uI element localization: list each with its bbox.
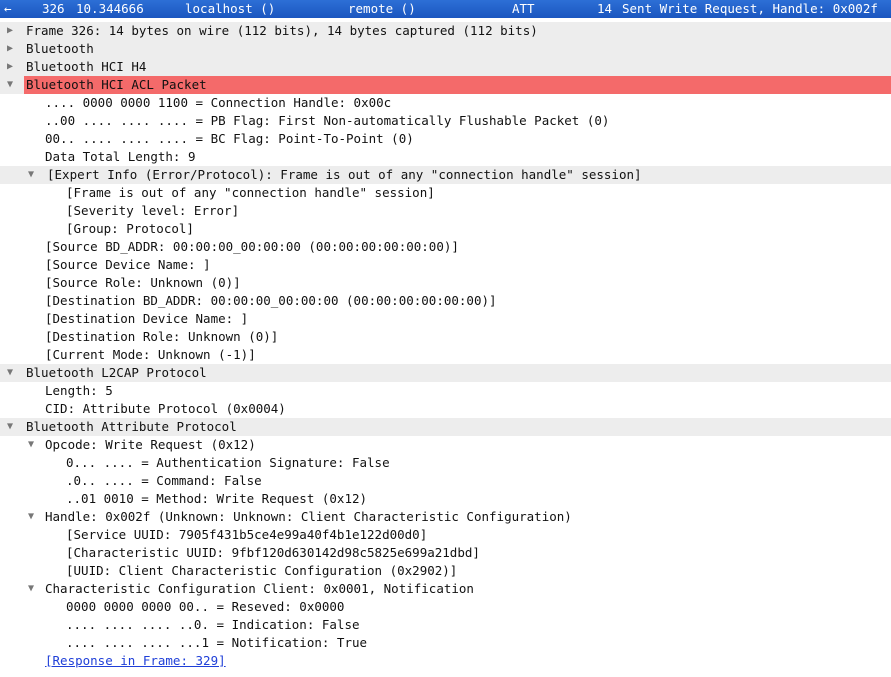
tree-row-1-notification-true[interactable]: .... .... .... ...1 = Notification: True bbox=[0, 634, 891, 652]
tree-row-destination-role-unknown-0[interactable]: [Destination Role: Unknown (0)] bbox=[0, 328, 891, 346]
packet-number: 326 bbox=[42, 1, 65, 16]
packet-length: 14 bbox=[597, 1, 613, 16]
expanded-triangle-icon[interactable]: ▼ bbox=[25, 508, 37, 526]
tree-row-bluetooth[interactable]: ▶ Bluetooth bbox=[0, 40, 891, 58]
tree-row-group-protocol[interactable]: [Group: Protocol] bbox=[0, 220, 891, 238]
expanded-triangle-icon[interactable]: ▼ bbox=[25, 580, 37, 598]
expanded-triangle-icon[interactable]: ▼ bbox=[4, 418, 16, 436]
packet-protocol: ATT bbox=[512, 1, 535, 16]
tree-row-label: Bluetooth HCI ACL Packet bbox=[24, 76, 891, 94]
tree-row-label: .... .... .... ...1 = Notification: True bbox=[66, 635, 368, 650]
tree-row-opcode-write-request-0x12[interactable]: ▼ Opcode: Write Request (0x12) bbox=[0, 436, 891, 454]
tree-row-frame-is-out-of-any-connection-handle-se[interactable]: [Frame is out of any "connection handle"… bbox=[0, 184, 891, 202]
tree-row-bluetooth-l2cap-protocol[interactable]: ▼ Bluetooth L2CAP Protocol bbox=[0, 364, 891, 382]
tree-row-cid-attribute-protocol-0x0004[interactable]: CID: Attribute Protocol (0x0004) bbox=[0, 400, 891, 418]
tree-row-source-bd-addr-00-00-00-00-00-00-00-00-0[interactable]: [Source BD_ADDR: 00:00:00_00:00:00 (00:0… bbox=[0, 238, 891, 256]
tree-row-characteristic-uuid-9fbf120d630142d98c58[interactable]: [Characteristic UUID: 9fbf120d630142d98c… bbox=[0, 544, 891, 562]
tree-row-label: [Expert Info (Error/Protocol): Frame is … bbox=[47, 167, 642, 182]
collapsed-triangle-icon[interactable]: ▶ bbox=[4, 22, 16, 40]
tree-row-label: .... 0000 0000 1100 = Connection Handle:… bbox=[45, 95, 392, 110]
tree-row-label: Data Total Length: 9 bbox=[45, 149, 196, 164]
tree-row-label: ..01 0010 = Method: Write Request (0x12) bbox=[66, 491, 368, 506]
packet-destination: remote () bbox=[348, 1, 416, 16]
tree-row-expert-info-error-protocol-frame-is-out-[interactable]: ▼ [Expert Info (Error/Protocol): Frame is… bbox=[0, 166, 891, 184]
tree-row-0-authentication-signature-false[interactable]: 0... .... = Authentication Signature: Fa… bbox=[0, 454, 891, 472]
tree-row-label: 00.. .... .... .... = BC Flag: Point-To-… bbox=[45, 131, 414, 146]
tree-row-uuid-client-characteristic-configuration[interactable]: [UUID: Client Characteristic Configurati… bbox=[0, 562, 891, 580]
expanded-triangle-icon[interactable]: ▼ bbox=[25, 436, 37, 454]
tree-row-0000-0000-0000-00-reseved-0x0000[interactable]: 0000 0000 0000 00.. = Reseved: 0x0000 bbox=[0, 598, 891, 616]
tree-row-label: .... .... .... ..0. = Indication: False bbox=[66, 617, 360, 632]
tree-row-00-bc-flag-point-to-point-0[interactable]: 00.. .... .... .... = BC Flag: Point-To-… bbox=[0, 130, 891, 148]
tree-row-label: [Service UUID: 7905f431b5ce4e99a40f4b1e1… bbox=[66, 527, 428, 542]
tree-row-label: [Destination BD_ADDR: 00:00:00_00:00:00 … bbox=[45, 293, 497, 308]
expanded-triangle-icon[interactable]: ▼ bbox=[4, 76, 16, 94]
tree-row-label: [Group: Protocol] bbox=[66, 221, 194, 236]
tree-row-current-mode-unknown-1[interactable]: [Current Mode: Unknown (-1)] bbox=[0, 346, 891, 364]
tree-row-label: Bluetooth L2CAP Protocol bbox=[26, 365, 207, 380]
tree-row-destination-device-name[interactable]: [Destination Device Name: ] bbox=[0, 310, 891, 328]
tree-row-label: ..00 .... .... .... = PB Flag: First Non… bbox=[45, 113, 610, 128]
tree-row-label: Opcode: Write Request (0x12) bbox=[45, 437, 256, 452]
tree-row-length-5[interactable]: Length: 5 bbox=[0, 382, 891, 400]
tree-row-label: 0000 0000 0000 00.. = Reseved: 0x0000 bbox=[66, 599, 345, 614]
packet-source: localhost () bbox=[185, 1, 276, 16]
tree-row-label: [Destination Device Name: ] bbox=[45, 311, 249, 326]
tree-row-label: Frame 326: 14 bytes on wire (112 bits), … bbox=[26, 23, 538, 38]
tree-row-service-uuid-7905f431b5ce4e99a40f4b1e122[interactable]: [Service UUID: 7905f431b5ce4e99a40f4b1e1… bbox=[0, 526, 891, 544]
tree-row-label: [Current Mode: Unknown (-1)] bbox=[45, 347, 256, 362]
tree-row-label: Bluetooth Attribute Protocol bbox=[26, 419, 237, 434]
tree-row-source-role-unknown-0[interactable]: [Source Role: Unknown (0)] bbox=[0, 274, 891, 292]
tree-row-response-in-frame-329[interactable]: [Response in Frame: 329] bbox=[0, 652, 891, 670]
tree-row-severity-level-error[interactable]: [Severity level: Error] bbox=[0, 202, 891, 220]
expanded-triangle-icon[interactable]: ▼ bbox=[4, 364, 16, 382]
tree-row-label: Bluetooth HCI H4 bbox=[26, 59, 147, 74]
tree-row-bluetooth-attribute-protocol[interactable]: ▼ Bluetooth Attribute Protocol bbox=[0, 418, 891, 436]
tree-row-source-device-name[interactable]: [Source Device Name: ] bbox=[0, 256, 891, 274]
tree-row-destination-bd-addr-00-00-00-00-00-00-00[interactable]: [Destination BD_ADDR: 00:00:00_00:00:00 … bbox=[0, 292, 891, 310]
tree-row-label: Handle: 0x002f (Unknown: Unknown: Client… bbox=[45, 509, 572, 524]
tree-row-label: [Source BD_ADDR: 00:00:00_00:00:00 (00:0… bbox=[45, 239, 459, 254]
tree-row-label: [UUID: Client Characteristic Configurati… bbox=[66, 563, 458, 578]
tree-row-bluetooth-hci-h4[interactable]: ▶ Bluetooth HCI H4 bbox=[0, 58, 891, 76]
tree-row-label: Bluetooth bbox=[26, 41, 94, 56]
tree-row-0-command-false[interactable]: .0.. .... = Command: False bbox=[0, 472, 891, 490]
tree-row-label: [Source Device Name: ] bbox=[45, 257, 211, 272]
tree-row-label: [Severity level: Error] bbox=[66, 203, 240, 218]
packet-time: 10.344666 bbox=[76, 1, 144, 16]
response-frame-link[interactable]: [Response in Frame: 329] bbox=[45, 652, 228, 670]
collapsed-triangle-icon[interactable]: ▶ bbox=[4, 58, 16, 76]
tree-row-0-indication-false[interactable]: .... .... .... ..0. = Indication: False bbox=[0, 616, 891, 634]
tree-row-00-pb-flag-first-non-automatically-flush[interactable]: ..00 .... .... .... = PB Flag: First Non… bbox=[0, 112, 891, 130]
tree-row-label: [Source Role: Unknown (0)] bbox=[45, 275, 241, 290]
tree-row-characteristic-configuration-client-0x00[interactable]: ▼ Characteristic Configuration Client: 0x… bbox=[0, 580, 891, 598]
direction-arrow-icon: ← bbox=[4, 1, 12, 16]
tree-row-label: [Characteristic UUID: 9fbf120d630142d98c… bbox=[66, 545, 480, 560]
tree-row-label: [Frame is out of any "connection handle"… bbox=[66, 185, 435, 200]
tree-row-0000-0000-1100-connection-handle-0x00c[interactable]: .... 0000 0000 1100 = Connection Handle:… bbox=[0, 94, 891, 112]
tree-row-label: Length: 5 bbox=[45, 383, 113, 398]
packet-info: Sent Write Request, Handle: 0x002f bbox=[622, 1, 878, 16]
collapsed-triangle-icon[interactable]: ▶ bbox=[4, 40, 16, 58]
tree-row-frame-326-14-bytes-on-wire-112-bits-14-b[interactable]: ▶ Frame 326: 14 bytes on wire (112 bits),… bbox=[0, 22, 891, 40]
tree-row-handle-0x002f-unknown-unknown-client-cha[interactable]: ▼ Handle: 0x002f (Unknown: Unknown: Clien… bbox=[0, 508, 891, 526]
tree-row-label: CID: Attribute Protocol (0x0004) bbox=[45, 401, 286, 416]
tree-row-label: 0... .... = Authentication Signature: Fa… bbox=[66, 455, 390, 470]
tree-row-label: Characteristic Configuration Client: 0x0… bbox=[45, 581, 474, 596]
expanded-triangle-icon[interactable]: ▼ bbox=[25, 166, 37, 184]
selected-packet-row[interactable]: ← 326 10.344666 localhost () remote () A… bbox=[0, 0, 891, 18]
tree-row-data-total-length-9[interactable]: Data Total Length: 9 bbox=[0, 148, 891, 166]
tree-row-label: .0.. .... = Command: False bbox=[66, 473, 262, 488]
tree-row-bluetooth-hci-acl-packet[interactable]: ▼ Bluetooth HCI ACL Packet bbox=[0, 76, 891, 94]
tree-row-label: [Destination Role: Unknown (0)] bbox=[45, 329, 279, 344]
tree-row-01-0010-method-write-request-0x12[interactable]: ..01 0010 = Method: Write Request (0x12) bbox=[0, 490, 891, 508]
